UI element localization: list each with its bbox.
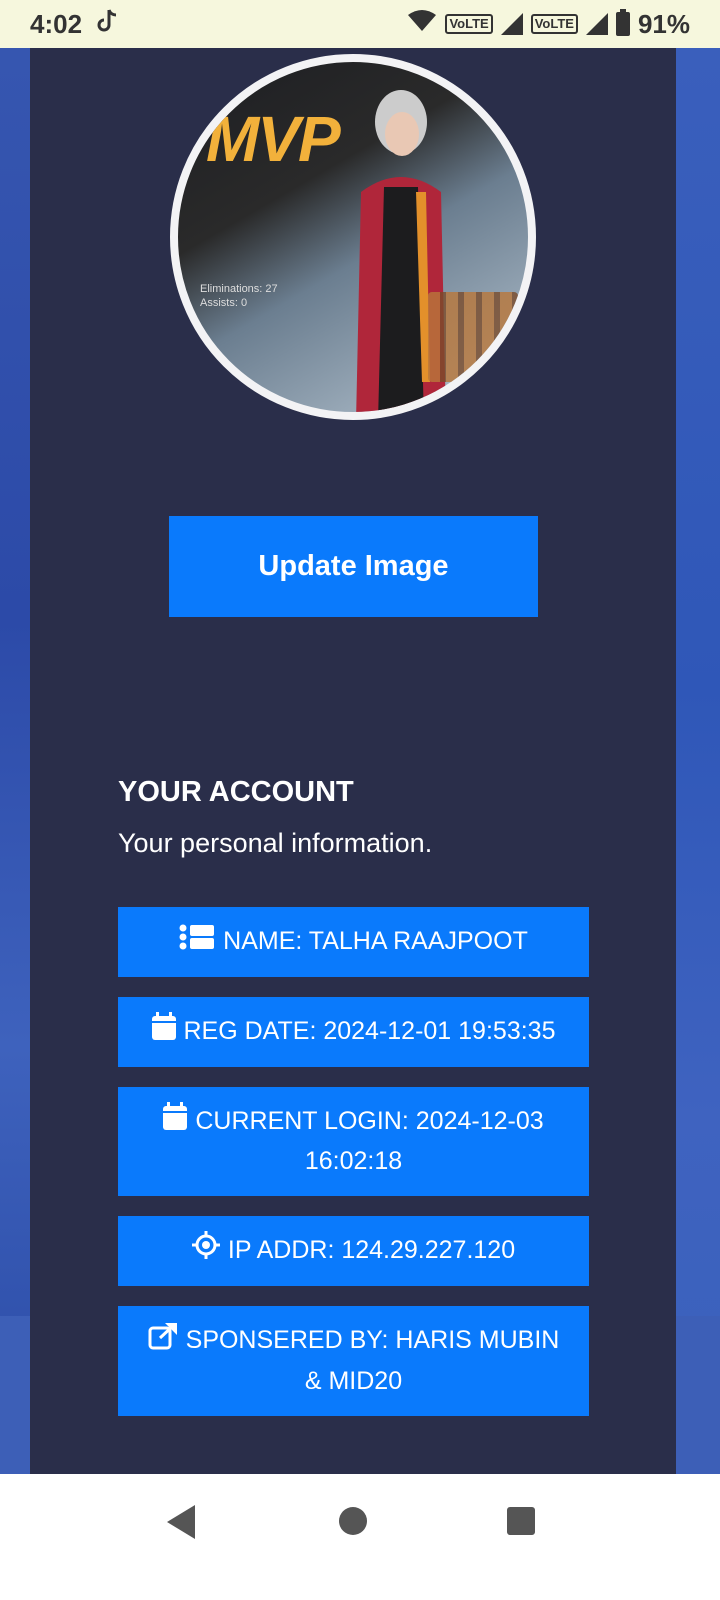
avatar-stats: Eliminations: 27 Assists: 0 bbox=[200, 282, 278, 310]
external-link-icon bbox=[148, 1322, 178, 1362]
crosshair-icon bbox=[191, 1231, 220, 1271]
update-image-button[interactable]: Update Image bbox=[169, 516, 538, 617]
signal-icon-2 bbox=[585, 13, 608, 35]
avatar-stat-assists: Assists: 0 bbox=[200, 297, 248, 309]
avatar-mvp-text: MVP bbox=[206, 103, 341, 175]
volte-badge-2: VoLTE bbox=[530, 14, 578, 34]
tiktok-icon bbox=[96, 8, 118, 41]
calendar-icon bbox=[163, 1102, 188, 1142]
status-bar: 4:02 VoLTE VoLTE 91% bbox=[0, 0, 720, 48]
background-crates bbox=[428, 292, 518, 382]
list-icon bbox=[179, 923, 215, 962]
navigation-bar bbox=[0, 1474, 720, 1600]
back-icon[interactable] bbox=[167, 1505, 195, 1539]
battery-icon bbox=[615, 9, 630, 36]
account-title: YOUR ACCOUNT bbox=[118, 776, 354, 808]
current-login-text: CURRENT LOGIN: 2024-12-03 16:02:18 bbox=[195, 1106, 544, 1176]
name-info: NAME: TALHA RAAJPOOT bbox=[118, 907, 589, 977]
battery-percent: 91% bbox=[637, 8, 690, 39]
calendar-icon bbox=[151, 1012, 176, 1052]
avatar-stat-eliminations: Eliminations: 27 bbox=[200, 283, 278, 295]
volte-badge: VoLTE bbox=[445, 14, 493, 34]
account-subtitle: Your personal information. bbox=[118, 828, 433, 858]
status-time: 4:02 bbox=[30, 8, 83, 39]
background-left bbox=[0, 48, 30, 1474]
recent-apps-icon[interactable] bbox=[507, 1507, 535, 1535]
profile-avatar: MVP Eliminations: 27 Assists: 0 bbox=[170, 54, 536, 420]
ip-addr-text: IP ADDR: 124.29.227.120 bbox=[227, 1235, 516, 1264]
reg-date-info: REG DATE: 2024-12-01 19:53:35 bbox=[118, 997, 589, 1067]
reg-date-text: REG DATE: 2024-12-01 19:53:35 bbox=[183, 1016, 556, 1045]
sponsored-text: SPONSERED BY: HARIS MUBIN & MID20 bbox=[185, 1326, 560, 1395]
sponsored-info[interactable]: SPONSERED BY: HARIS MUBIN & MID20 bbox=[118, 1306, 589, 1416]
signal-icon bbox=[500, 13, 523, 35]
ip-addr-info: IP ADDR: 124.29.227.120 bbox=[118, 1216, 589, 1286]
current-login-info: CURRENT LOGIN: 2024-12-03 16:02:18 bbox=[118, 1087, 589, 1196]
wifi-icon bbox=[407, 9, 437, 40]
background-right bbox=[676, 48, 720, 1474]
name-text: NAME: TALHA RAAJPOOT bbox=[223, 927, 528, 956]
home-icon[interactable] bbox=[339, 1507, 367, 1535]
